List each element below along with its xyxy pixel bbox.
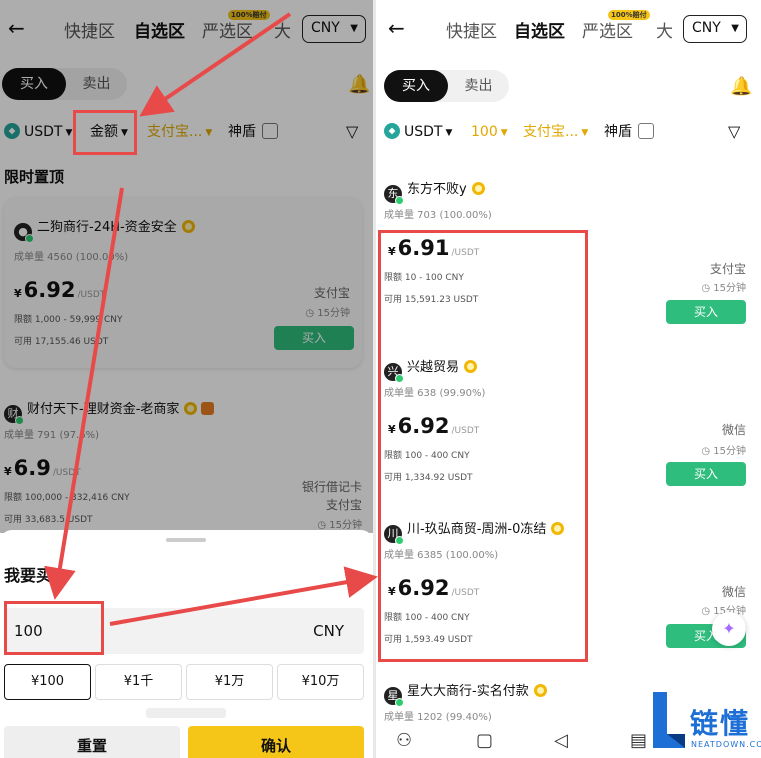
- filter-payment[interactable]: 支付宝... ▼: [523, 118, 588, 146]
- verified-badge-icon: [533, 684, 547, 697]
- quick-amount-10k[interactable]: ¥1万: [186, 664, 273, 700]
- reset-button[interactable]: 重置: [4, 726, 180, 758]
- filter-coin[interactable]: USDT ▼: [384, 118, 452, 146]
- blurred-text: [146, 708, 226, 718]
- sheet-handle[interactable]: [166, 538, 206, 542]
- caret-down-icon: ▼: [445, 128, 453, 138]
- merchant-avatar[interactable]: 星: [384, 687, 404, 707]
- top-nav: ← 快捷区 自选区 严选区 100%赔付 大 CNY ▼: [376, 0, 761, 58]
- time-limit: ◷ 15分钟: [701, 442, 746, 457]
- highlight-amount-input: [4, 601, 104, 655]
- amount-currency: CNY: [313, 622, 344, 640]
- coin-label: USDT: [404, 124, 443, 140]
- filter-amount[interactable]: 100 ▼: [471, 118, 508, 146]
- merchant-name[interactable]: 星大大商行-实名付款: [407, 684, 529, 699]
- currency-select[interactable]: CNY ▼: [683, 15, 747, 43]
- usdt-icon: [384, 123, 400, 139]
- right-screenshot: ← 快捷区 自选区 严选区 100%赔付 大 CNY ▼ 买入 卖出 🔔 USDT…: [376, 0, 761, 758]
- p2p-users-icon[interactable]: ⚇: [396, 730, 412, 751]
- watermark-text: 链懂: [690, 707, 751, 740]
- clock-icon: ◷: [701, 606, 714, 617]
- orders-icon[interactable]: ▢: [476, 730, 493, 751]
- neatdown-logo-icon: [653, 692, 685, 748]
- clock-icon: ◷: [701, 446, 714, 457]
- currency-value: CNY: [692, 20, 721, 36]
- ads-megaphone-icon[interactable]: ◁: [554, 730, 568, 751]
- buy-button[interactable]: 买入: [666, 462, 746, 486]
- quick-amount-100k[interactable]: ¥10万: [277, 664, 364, 700]
- sparkle-assistant-icon[interactable]: ✦: [712, 612, 746, 646]
- caret-down-icon: ▼: [731, 23, 739, 34]
- shield-label: 神盾: [604, 124, 632, 140]
- tab-more[interactable]: 大: [656, 17, 673, 42]
- time-limit: ◷ 15分钟: [701, 279, 746, 294]
- quick-amount-1k[interactable]: ¥1千: [95, 664, 182, 700]
- verified-badge-icon: [471, 182, 485, 195]
- sheet-title: 我要买: [4, 566, 53, 585]
- bell-icon[interactable]: 🔔: [730, 76, 752, 97]
- order-stats: 成单量 703 (100.00%): [384, 210, 492, 221]
- payment-label: 支付宝...: [523, 124, 579, 140]
- caret-down-icon: ▼: [500, 128, 508, 138]
- quick-amount-100[interactable]: ¥100: [4, 664, 91, 700]
- amount-label: 100: [471, 124, 498, 140]
- watermark-subtext: NEATDOWN.COM: [691, 740, 761, 749]
- profile-icon[interactable]: ▤: [630, 730, 647, 751]
- buy-tab[interactable]: 买入: [384, 70, 448, 102]
- tab-select[interactable]: 严选区: [582, 17, 633, 42]
- back-arrow-icon[interactable]: ←: [388, 16, 408, 40]
- time-value: 15分钟: [713, 283, 746, 294]
- tab-quick[interactable]: 快捷区: [446, 17, 497, 42]
- caret-down-icon: ▼: [581, 128, 589, 138]
- order-stats: 成单量 1202 (99.40%): [384, 712, 492, 723]
- funnel-filter-icon[interactable]: ▽: [728, 122, 740, 141]
- highlight-amount-filter: [73, 110, 137, 155]
- merchant-name[interactable]: 东方不败y: [407, 182, 467, 197]
- payment-method: 微信: [721, 423, 746, 437]
- sell-tab[interactable]: 卖出: [448, 70, 509, 102]
- payment-method: 支付宝: [709, 262, 746, 276]
- buy-sell-toggle[interactable]: 买入 卖出: [384, 70, 509, 102]
- dim-overlay[interactable]: [0, 0, 373, 533]
- highlight-results: [378, 230, 588, 662]
- confirm-button[interactable]: 确认: [188, 726, 364, 758]
- filter-shield[interactable]: 神盾: [604, 118, 654, 146]
- merchant-header: 东东方不败y: [384, 178, 485, 205]
- buy-button[interactable]: 买入: [666, 300, 746, 324]
- clock-icon: ◷: [701, 283, 714, 294]
- merchant-header: 星星大大商行-实名付款: [384, 680, 547, 707]
- left-screenshot: ← 快捷区 自选区 严选区 100%赔付 大 CNY ▼ 买入 卖出 🔔 USDT…: [0, 0, 373, 758]
- tab-custom[interactable]: 自选区: [514, 17, 565, 42]
- shield-checkbox[interactable]: [638, 123, 654, 139]
- merchant-avatar[interactable]: 东: [384, 185, 404, 205]
- time-value: 15分钟: [713, 446, 746, 457]
- guarantee-tag: 100%赔付: [608, 10, 650, 20]
- payment-method: 微信: [721, 585, 746, 599]
